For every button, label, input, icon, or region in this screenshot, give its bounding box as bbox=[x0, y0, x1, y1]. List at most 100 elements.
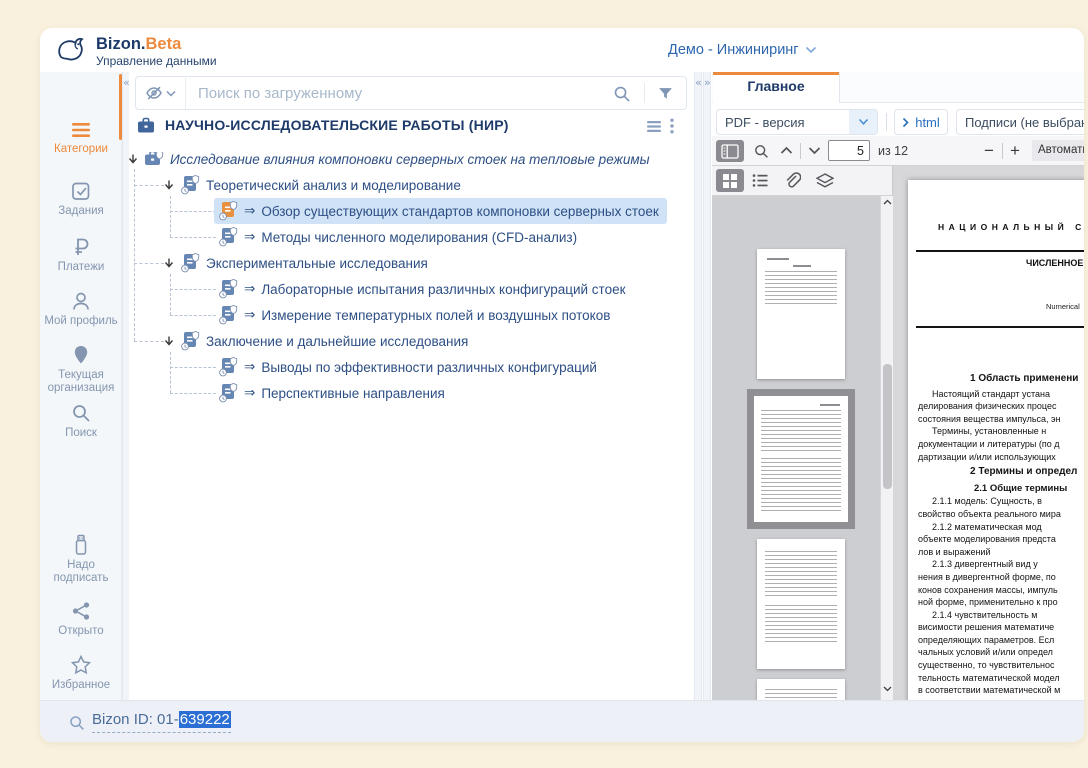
page-count-label: из 12 bbox=[878, 144, 908, 158]
page-thumbnail-5-selected[interactable] bbox=[747, 389, 855, 529]
pdf-text-line: нения в дивергентной форме, по bbox=[918, 571, 1084, 584]
thumbnail-scrollbar[interactable] bbox=[880, 196, 893, 700]
layers-icon[interactable] bbox=[816, 173, 834, 188]
html-button-label: html bbox=[915, 115, 940, 130]
sidebar-item-profile[interactable]: Мой профиль bbox=[40, 290, 122, 328]
sidebar-item-organization[interactable]: Текущая организация bbox=[40, 344, 122, 395]
page-letterhead: НАЦИОНАЛЬНЫЙ С bbox=[938, 222, 1084, 232]
tree-connector bbox=[134, 169, 135, 341]
tree-menu-icon[interactable] bbox=[646, 120, 662, 133]
sidebar-item-search[interactable]: Поиск bbox=[40, 402, 122, 440]
sidebar-item-categories[interactable]: Категории bbox=[40, 120, 122, 156]
document-shield-clock-icon bbox=[218, 383, 238, 403]
tree-node-section[interactable]: Теоретический анализ и моделирование bbox=[164, 172, 461, 198]
signatures-select[interactable]: Подписи (не выбрано) bbox=[956, 109, 1084, 135]
thumb-text bbox=[765, 551, 837, 597]
search-icon[interactable] bbox=[612, 84, 631, 103]
sidebar-item-to-sign[interactable]: Надо подписать bbox=[40, 534, 122, 585]
share-icon bbox=[70, 600, 92, 622]
tree-node-section[interactable]: Заключение и дальнейшие исследования bbox=[164, 328, 468, 354]
tree-node-document[interactable]: ⇒ Лабораторные испытания различных конфи… bbox=[214, 276, 634, 302]
chevron-down-icon bbox=[849, 110, 877, 134]
pdf-text-line: Термины, установленные н bbox=[932, 425, 1084, 438]
pdf-text-line: Настоящий стандарт устана bbox=[932, 388, 1084, 401]
pdf-text-line: 2.1.2 математическая мод bbox=[932, 521, 1084, 534]
tree-node-document[interactable]: ⇒ Измерение температурных полей и воздуш… bbox=[214, 302, 618, 328]
tree-node-document[interactable]: ⇒ Выводы по эффективности различных конф… bbox=[214, 354, 605, 380]
tree-panel-splitter[interactable]: « bbox=[694, 72, 702, 700]
previous-page-icon[interactable] bbox=[780, 146, 793, 155]
sidebar-item-open[interactable]: Открыто bbox=[40, 600, 122, 638]
bizon-logo-icon bbox=[54, 33, 90, 67]
document-shield-clock-icon bbox=[180, 175, 200, 195]
divider bbox=[644, 83, 645, 103]
tree-node-label: Измерение температурных полей и воздушны… bbox=[261, 308, 610, 323]
app-window: Bizon.Beta Управление данными Демо - Инж… bbox=[40, 28, 1084, 742]
page-thumbnail-6[interactable] bbox=[757, 539, 845, 669]
pdf-thumbnail-panel: › bbox=[712, 196, 880, 700]
pdf-text-line: определяющих параметров. Есл bbox=[918, 634, 1084, 647]
page-title: ЧИСЛЕННОЕ bbox=[1026, 258, 1083, 268]
search-scope-selector[interactable] bbox=[136, 77, 186, 109]
pdf-page-5: НАЦИОНАЛЬНЫЙ С ЧИСЛЕННОЕ Numerical 1 Обл… bbox=[908, 180, 1084, 700]
outline-view-icon[interactable] bbox=[752, 173, 768, 188]
zoom-level-value: Автоматически bbox=[1038, 144, 1084, 156]
tree-node-document[interactable]: ⇒ Перспективные направления bbox=[214, 380, 453, 406]
page-number-input[interactable] bbox=[828, 140, 870, 161]
version-select[interactable]: PDF - версия bbox=[716, 109, 878, 135]
thumbnails-view-button[interactable] bbox=[716, 169, 744, 192]
tree-node-document[interactable]: ⇒ Методы численного моделирования (CFD-а… bbox=[214, 224, 585, 250]
pdf-text-line: в соответствии математической м bbox=[918, 684, 1084, 697]
sidebar-item-favorites[interactable]: Избранное bbox=[40, 654, 122, 692]
page-rule bbox=[916, 326, 1084, 328]
search-input[interactable] bbox=[186, 85, 612, 102]
tree-node-root[interactable]: Исследование влияния компоновки серверны… bbox=[128, 146, 650, 172]
sidebar: Категории Задания Платежи Мой профиль bbox=[40, 72, 122, 700]
expand-arrow-icon[interactable] bbox=[128, 154, 138, 165]
thumbnails-grid-icon bbox=[722, 173, 738, 189]
divider bbox=[886, 113, 887, 131]
chevron-right-icon bbox=[902, 117, 909, 128]
pdf-viewer[interactable]: НАЦИОНАЛЬНЫЙ С ЧИСЛЕННОЕ Numerical 1 Обл… bbox=[893, 166, 1084, 700]
thumb-text bbox=[793, 265, 811, 267]
tree-node-section[interactable]: Экспериментальные исследования bbox=[164, 250, 428, 276]
tree-connector bbox=[170, 289, 216, 290]
document-shield-clock-icon bbox=[180, 253, 200, 273]
pdf-search-icon[interactable] bbox=[753, 143, 769, 159]
pdf-text-line: 2.1.4 чувствительность м bbox=[932, 609, 1084, 622]
document-shield-clock-icon bbox=[218, 227, 238, 247]
collapse-left-icon[interactable]: « bbox=[695, 76, 701, 90]
zoom-level-select[interactable]: Автоматически bbox=[1032, 140, 1084, 161]
document-panel-splitter[interactable]: » bbox=[703, 72, 711, 700]
tasks-icon bbox=[70, 180, 92, 202]
expand-right-icon[interactable]: » bbox=[704, 76, 710, 90]
pdf-sidebar-toggle-button[interactable] bbox=[716, 140, 744, 162]
attachments-icon[interactable] bbox=[784, 171, 801, 189]
tree-node-document-selected[interactable]: ⇒ Обзор существующих стандартов компонов… bbox=[214, 198, 667, 224]
organization-selector[interactable]: Демо - Инжиниринг bbox=[668, 42, 817, 58]
zoom-in-icon[interactable]: + bbox=[1010, 142, 1020, 159]
expand-arrow-icon[interactable] bbox=[164, 180, 174, 191]
page-text: 1 Область применени Настоящий стандарт у… bbox=[908, 370, 1084, 697]
brand-main: Bizon. bbox=[96, 35, 146, 53]
html-version-button[interactable]: html bbox=[894, 109, 948, 135]
page-rule bbox=[916, 250, 1084, 252]
expand-arrow-icon[interactable] bbox=[164, 336, 174, 347]
tree-node-label: Заключение и дальнейшие исследования bbox=[206, 334, 468, 349]
tab-main[interactable]: Главное bbox=[713, 72, 840, 103]
scrollbar-thumb[interactable] bbox=[883, 364, 892, 489]
tree-more-icon[interactable] bbox=[670, 118, 674, 134]
filter-icon[interactable] bbox=[658, 87, 673, 100]
expand-arrow-icon[interactable] bbox=[164, 258, 174, 269]
page-thumbnail-7[interactable] bbox=[757, 679, 845, 700]
next-page-icon[interactable] bbox=[808, 146, 821, 155]
pdf-text-line: дартизации и/или использующих bbox=[918, 451, 1084, 464]
pdf-text-line: объекте моделирования предста bbox=[918, 533, 1084, 546]
sidebar-item-payments[interactable]: Платежи bbox=[40, 236, 122, 274]
page-thumbnail-4[interactable] bbox=[757, 249, 845, 379]
eye-off-icon bbox=[145, 84, 163, 102]
zoom-out-icon[interactable]: − bbox=[984, 142, 994, 159]
bizon-id[interactable]: Bizon ID: 01-639222 bbox=[92, 711, 231, 733]
pdf-text-line: документации и литературы (по д bbox=[918, 438, 1084, 451]
sidebar-item-tasks[interactable]: Задания bbox=[40, 180, 122, 218]
